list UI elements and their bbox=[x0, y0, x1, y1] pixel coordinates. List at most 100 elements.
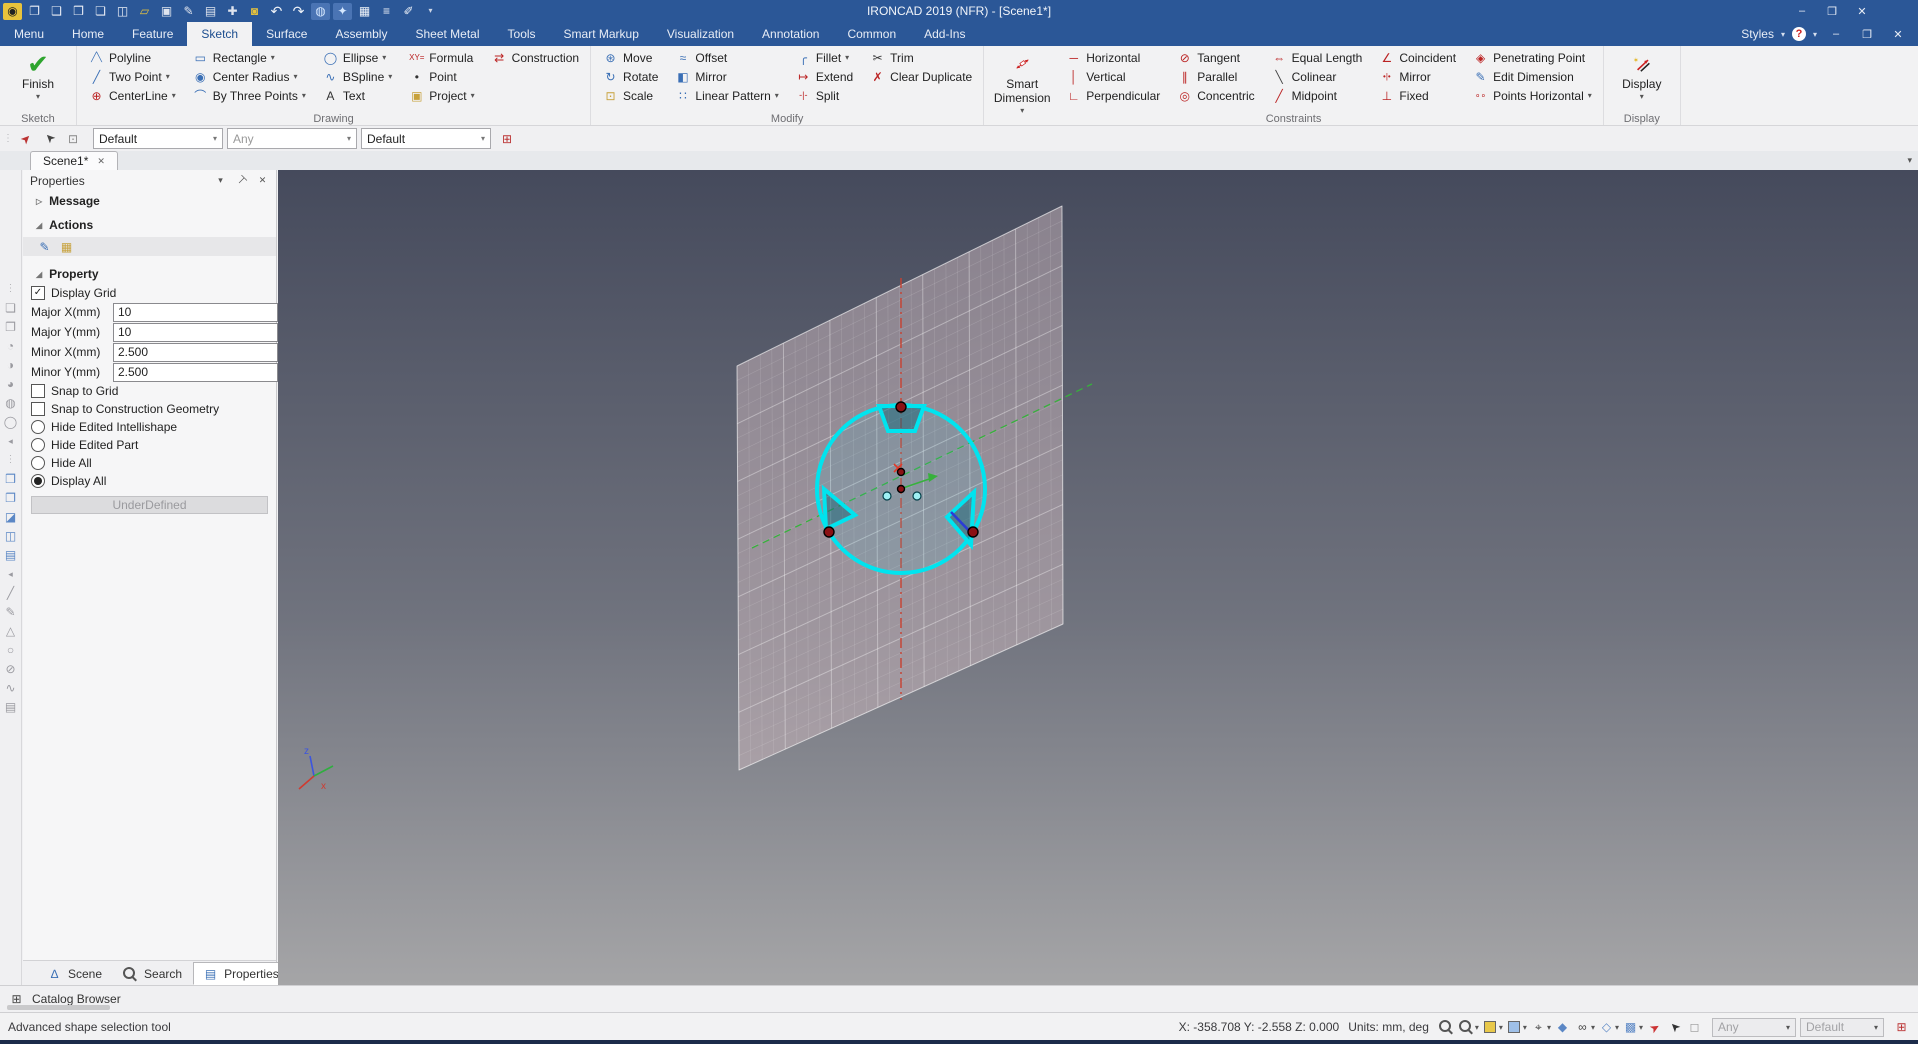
mirror-button[interactable]: •|• Mirror bbox=[1375, 67, 1459, 86]
checkbox[interactable]: ✓ bbox=[31, 286, 45, 300]
ribbon-tab-visualization[interactable]: Visualization bbox=[653, 22, 748, 46]
tangent-button[interactable]: ⊘ Tangent bbox=[1173, 48, 1257, 67]
cursor-button[interactable]: ➤ bbox=[1666, 1018, 1683, 1035]
wireframe-button[interactable]: ◇ ▾ bbox=[1598, 1020, 1619, 1035]
concentric-button[interactable]: ◎ Concentric bbox=[1173, 86, 1257, 105]
ribbon-tab-annotation[interactable]: Annotation bbox=[748, 22, 833, 46]
zoom-window-button[interactable] bbox=[1438, 1020, 1455, 1035]
polyline-button[interactable]: ╱╲ Polyline bbox=[85, 48, 179, 67]
bool-union-icon[interactable]: ◔ bbox=[2, 339, 19, 353]
scale-button[interactable]: ⊡ Scale bbox=[599, 86, 661, 105]
bool-subtract-icon[interactable]: ◑ bbox=[2, 358, 19, 372]
cube-c-icon[interactable]: ◪ bbox=[2, 510, 19, 524]
toolbar-filter-select-2[interactable]: Any ▾ bbox=[227, 128, 357, 149]
undo-icon[interactable]: ↶ bbox=[267, 3, 286, 20]
toolbar-filter-select-1[interactable]: Default ▾ bbox=[93, 128, 223, 149]
extend-button[interactable]: ↦ Extend bbox=[792, 67, 856, 86]
spark-tree-icon[interactable]: ✦ bbox=[333, 2, 352, 20]
cube-a-icon[interactable]: ❒ bbox=[2, 472, 19, 486]
equal-length-button[interactable]: ⇔ Equal Length bbox=[1268, 48, 1366, 67]
select-cursor-button[interactable]: ➤ bbox=[38, 129, 60, 149]
linear-pattern-button[interactable]: ∷ Linear Pattern ▾ bbox=[671, 86, 781, 105]
center-radius-button[interactable]: ◉ Center Radius ▾ bbox=[189, 67, 309, 86]
scene-structure-icon[interactable]: ⊞ bbox=[1893, 1020, 1910, 1035]
grid-settings-action-icon[interactable]: ▦ bbox=[58, 239, 75, 254]
hide-edited-intellishape-radio[interactable]: Hide Edited Intellishape bbox=[23, 418, 276, 436]
ribbon-tab-feature[interactable]: Feature bbox=[118, 22, 187, 46]
help-icon[interactable]: ? bbox=[1791, 27, 1806, 41]
add-shape-icon[interactable]: ✚ bbox=[223, 3, 242, 20]
panel-tab-properties[interactable]: ▤ Properties bbox=[193, 962, 288, 985]
ribbon-tab-common[interactable]: Common bbox=[833, 22, 910, 46]
box-select-button[interactable]: ◻ bbox=[1686, 1020, 1703, 1035]
panel-pin-icon[interactable]: ⊤ bbox=[232, 171, 250, 189]
minimize-window-icon[interactable]: – bbox=[1790, 3, 1814, 19]
sketch-point-red[interactable] bbox=[896, 467, 906, 477]
actions-section-header[interactable]: ◢ Actions bbox=[23, 215, 276, 235]
snap-to-grid-checkbox[interactable]: Snap to Grid bbox=[23, 382, 276, 400]
two-point-button[interactable]: ╱ Two Point ▾ bbox=[85, 67, 179, 86]
camera-button[interactable]: ⌖ ▾ bbox=[1530, 1020, 1551, 1035]
hide-all-radio[interactable]: Hide All bbox=[23, 454, 276, 472]
trim-button[interactable]: ✂ Trim bbox=[866, 48, 975, 67]
minor-y-mm-input[interactable] bbox=[113, 362, 278, 382]
penetrating-point-button[interactable]: ◈ Penetrating Point bbox=[1469, 48, 1595, 67]
checkbox[interactable] bbox=[31, 384, 45, 398]
text-button[interactable]: A Text bbox=[319, 86, 395, 105]
save-icon[interactable]: ▣ bbox=[157, 3, 176, 20]
message-section-header[interactable]: ▷ Message bbox=[23, 191, 276, 211]
move-button[interactable]: ⊛ Move bbox=[599, 48, 661, 67]
finish-button[interactable]: ✔ Finish ▾ bbox=[8, 48, 68, 108]
midpoint-button[interactable]: ╱ Midpoint bbox=[1268, 86, 1366, 105]
ribbon-tab-menu[interactable]: Menu bbox=[0, 22, 58, 46]
mirror-button[interactable]: ◧ Mirror bbox=[671, 67, 781, 86]
major-y-mm-input[interactable] bbox=[113, 322, 278, 342]
line-tool-icon[interactable]: ╱ bbox=[2, 586, 19, 600]
ribbon-tab-sheet-metal[interactable]: Sheet Metal bbox=[401, 22, 493, 46]
document-tab-scene1[interactable]: Scene1* ✕ bbox=[30, 151, 118, 170]
marquee-select-button[interactable]: ⊡ bbox=[62, 129, 84, 149]
fit-scene-button[interactable]: ▾ bbox=[1482, 1020, 1503, 1035]
doc-minimize-icon[interactable]: – bbox=[1824, 26, 1848, 42]
vertical-button[interactable]: │ Vertical bbox=[1062, 67, 1163, 86]
styles-menu[interactable]: Styles bbox=[1741, 27, 1774, 41]
list-options-icon[interactable]: ≡ bbox=[377, 3, 396, 20]
catalog-grip[interactable] bbox=[7, 1005, 110, 1010]
fixed-button[interactable]: ⊥ Fixed bbox=[1375, 86, 1459, 105]
ribbon-tab-surface[interactable]: Surface bbox=[252, 22, 321, 46]
open-icon[interactable]: ▱ bbox=[135, 3, 154, 20]
ribbon-tab-sketch[interactable]: Sketch bbox=[187, 22, 253, 46]
point-button[interactable]: • Point bbox=[405, 67, 477, 86]
preview-icon[interactable]: ◫ bbox=[113, 3, 132, 20]
params-icon[interactable]: ▦ bbox=[355, 3, 374, 20]
close-window-icon[interactable]: ✕ bbox=[1850, 3, 1874, 19]
toolbar-filter-select-3[interactable]: Default ▾ bbox=[361, 128, 491, 149]
bool-intersect-icon[interactable]: ◕ bbox=[2, 377, 19, 391]
grip-icon[interactable]: ⋮ bbox=[2, 282, 19, 296]
panel-tab-scene[interactable]: ∆ Scene bbox=[37, 962, 111, 985]
display-all-radio[interactable]: Display All bbox=[23, 472, 276, 490]
checkbox[interactable] bbox=[31, 402, 45, 416]
snap-to-construction-geometry-checkbox[interactable]: Snap to Construction Geometry bbox=[23, 400, 276, 418]
bool-overlap-icon[interactable]: ◍ bbox=[2, 396, 19, 410]
radio-button[interactable] bbox=[31, 438, 45, 452]
centerline-button[interactable]: ⊕ CenterLine ▾ bbox=[85, 86, 179, 105]
colinear-button[interactable]: ╲ Colinear bbox=[1268, 67, 1366, 86]
hierarchy-icon[interactable]: ⊞ bbox=[499, 131, 516, 146]
cube-e-icon[interactable]: ▤ bbox=[2, 548, 19, 562]
smart-dimension-button[interactable]: Smart Dimension ▾ bbox=[992, 48, 1052, 115]
edit-dimension-button[interactable]: ✎ Edit Dimension bbox=[1469, 67, 1595, 86]
spline-tool-icon[interactable]: ∿ bbox=[2, 681, 19, 695]
ribbon-tab-assembly[interactable]: Assembly bbox=[321, 22, 401, 46]
3d-viewport[interactable]: zx bbox=[278, 170, 1918, 985]
panel-tab-search[interactable]: Search bbox=[113, 962, 191, 985]
by-three-points-button[interactable]: ⌒ By Three Points ▾ bbox=[189, 86, 309, 105]
property-section-header[interactable]: ◢ Property bbox=[23, 264, 276, 284]
render-mode-button[interactable]: ▩ ▾ bbox=[1622, 1020, 1643, 1035]
render-icon[interactable]: ◙ bbox=[245, 3, 264, 20]
points-horizontal-button[interactable]: ∘∘ Points Horizontal ▾ bbox=[1469, 86, 1595, 105]
collapse-left-icon[interactable]: ◂ bbox=[2, 567, 19, 581]
coincident-button[interactable]: ∠ Coincident bbox=[1375, 48, 1459, 67]
collapse-left-icon[interactable]: ◂ bbox=[2, 434, 19, 448]
qat-more-icon[interactable]: ▾ bbox=[421, 3, 440, 20]
